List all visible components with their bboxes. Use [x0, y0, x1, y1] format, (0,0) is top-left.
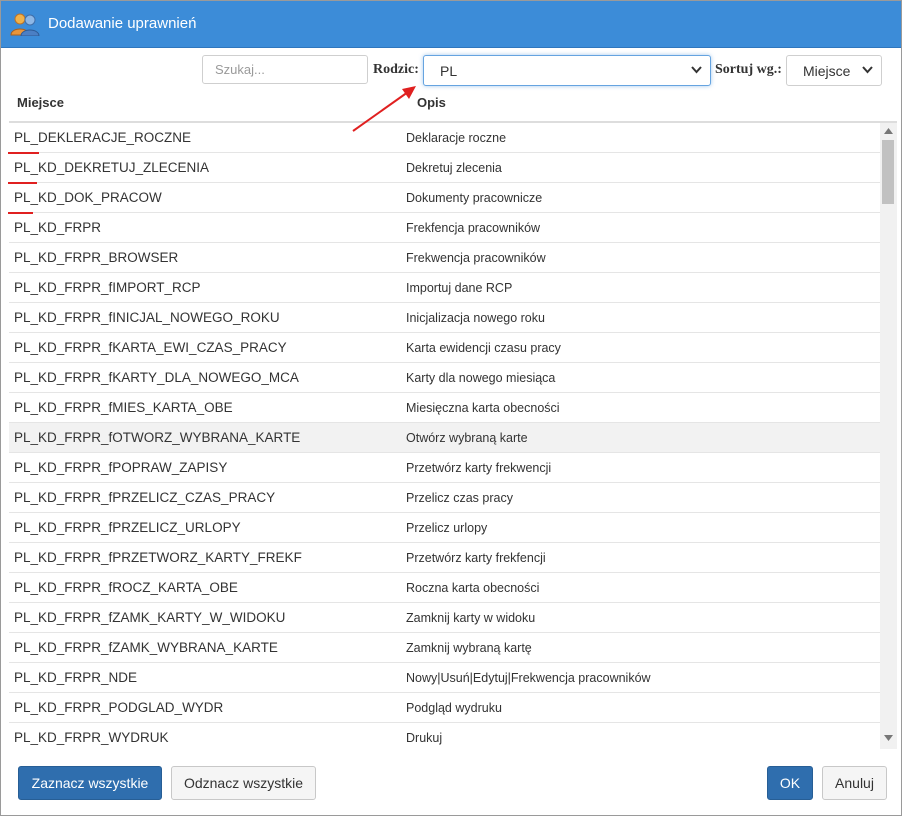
permissions-table: PL_DEKLERACJE_ROCZNE Deklaracje roczne PL_… [9, 123, 897, 749]
permissions-dialog: Dodawanie uprawnień Rodzic: PL Sortuj wg… [0, 0, 902, 816]
cell-description: Przelicz urlopy [406, 521, 488, 535]
cell-place: PL_KD_FRPR_PODGLAD_WYDR [14, 700, 224, 715]
sort-select-value: Miejsce [803, 63, 851, 79]
chevron-down-icon [862, 66, 873, 74]
table-row[interactable]: PL_KD_FRPR_fPOPRAW_ZAPISY Przetwórz karty… [9, 453, 880, 483]
cell-description: Frekfencja pracowników [406, 221, 541, 235]
cell-description: Otwórz wybraną karte [406, 431, 528, 445]
cell-description: Karta ewidencji czasu pracy [406, 341, 561, 355]
cell-description: Przetwórz karty frekwencji [406, 461, 552, 475]
cell-place: PL_KD_FRPR_fPRZELICZ_URLOPY [14, 520, 241, 535]
table-row[interactable]: PL_KD_FRPR_NDE Nowy|Usuń|Edytuj|Frekwencj… [9, 663, 880, 693]
table-row[interactable]: PL_KD_FRPR_PODGLAD_WYDR Podgląd wydruku [9, 693, 880, 723]
table-row[interactable]: PL_KD_FRPR_fOTWORZ_WYBRANA_KARTE Otwórz w… [9, 423, 880, 453]
cell-description: Miesięczna karta obecności [406, 401, 560, 415]
table-row[interactable]: PL_KD_FRPR_fZAMK_KARTY_W_WIDOKU Zamknij k… [9, 603, 880, 633]
cell-place: PL_KD_FRPR [14, 220, 102, 235]
table-row[interactable]: PL_KD_FRPR_fKARTY_DLA_NOWEGO_MCA Karty dl… [9, 363, 880, 393]
deselect-all-button[interactable]: Odznacz wszystkie [171, 766, 316, 800]
cell-place: PL_KD_FRPR_fPOPRAW_ZAPISY [14, 460, 228, 475]
ok-button[interactable]: OK [767, 766, 813, 800]
table-row[interactable]: PL_KD_FRPR_BROWSER Frekwencja pracowników [9, 243, 880, 273]
table-row[interactable]: PL_KD_FRPR_fMIES_KARTA_OBE Miesięczna kar… [9, 393, 880, 423]
scrollbar-thumb[interactable] [882, 140, 894, 204]
parent-select-value: PL [440, 63, 458, 79]
cell-description: Karty dla nowego miesiąca [406, 371, 556, 385]
cancel-button[interactable]: Anuluj [822, 766, 887, 800]
sort-label: Sortuj wg.: [715, 62, 782, 77]
table-row[interactable]: PL_KD_DEKRETUJ_ZLECENIA Dekretuj zlecenia [9, 153, 880, 183]
table-row[interactable]: PL_KD_DOK_PRACOW Dokumenty pracownicze [9, 183, 880, 213]
cell-place: PL_KD_FRPR_fZAMK_KARTY_W_WIDOKU [14, 610, 286, 625]
table-row[interactable]: PL_KD_FRPR_fPRZETWORZ_KARTY_FREKF Przetwó… [9, 543, 880, 573]
title-bar: Dodawanie uprawnień [1, 1, 901, 48]
cell-place: PL_KD_FRPR_fIMPORT_RCP [14, 280, 201, 295]
cell-description: Zamknij wybraną kartę [406, 641, 532, 655]
cell-place: PL_KD_FRPR_fPRZETWORZ_KARTY_FREKF [14, 550, 302, 565]
table-row[interactable]: PL_KD_FRPR_fPRZELICZ_CZAS_PRACY Przelicz … [9, 483, 880, 513]
cell-place: PL_KD_FRPR_fROCZ_KARTA_OBE [14, 580, 238, 595]
cell-place: PL_KD_FRPR_fMIES_KARTA_OBE [14, 400, 233, 415]
dialog-title: Dodawanie uprawnień [48, 15, 197, 32]
cell-description: Nowy|Usuń|Edytuj|Frekwencja pracowników [406, 671, 651, 685]
cell-description: Inicjalizacja nowego roku [406, 311, 545, 325]
cell-place: PL_KD_DOK_PRACOW [14, 190, 162, 205]
select-all-button[interactable]: Zaznacz wszystkie [18, 766, 162, 800]
cell-place: PL_KD_FRPR_fKARTA_EWI_CZAS_PRACY [14, 340, 287, 355]
cell-description: Podgląd wydruku [406, 701, 502, 715]
table-row[interactable]: PL_KD_FRPR_fINICJAL_NOWEGO_ROKU Inicjaliz… [9, 303, 880, 333]
table-row[interactable]: PL_DEKLERACJE_ROCZNE Deklaracje roczne [9, 123, 880, 153]
cell-place: PL_DEKLERACJE_ROCZNE [14, 130, 192, 145]
cell-place: PL_KD_FRPR_fINICJAL_NOWEGO_ROKU [14, 310, 280, 325]
vertical-scrollbar[interactable] [880, 123, 897, 749]
table-row[interactable]: PL_KD_FRPR_fKARTA_EWI_CZAS_PRACY Karta ew… [9, 333, 880, 363]
table-row[interactable]: PL_KD_FRPR_fZAMK_WYBRANA_KARTE Zamknij wy… [9, 633, 880, 663]
cell-description: Drukuj [406, 731, 443, 745]
search-input[interactable] [202, 55, 368, 84]
parent-select[interactable]: PL [423, 55, 711, 86]
cell-place: PL_KD_FRPR_NDE [14, 670, 138, 685]
chevron-down-icon [691, 66, 702, 74]
scroll-down-icon[interactable] [884, 735, 893, 741]
table-row[interactable]: PL_KD_FRPR_fIMPORT_RCP Importuj dane RCP [9, 273, 880, 303]
cell-place: PL_KD_FRPR_WYDRUK [14, 730, 169, 745]
cell-description: Przelicz czas pracy [406, 491, 513, 505]
sort-select[interactable]: Miejsce [786, 55, 882, 86]
users-icon [10, 13, 40, 36]
cell-place: PL_KD_FRPR_fPRZELICZ_CZAS_PRACY [14, 490, 276, 505]
column-header-place[interactable]: Miejsce [17, 95, 64, 110]
cell-description: Frekwencja pracowników [406, 251, 546, 265]
cell-description: Dekretuj zlecenia [406, 161, 502, 175]
cell-place: PL_KD_DEKRETUJ_ZLECENIA [14, 160, 210, 175]
cell-place: PL_KD_FRPR_fZAMK_WYBRANA_KARTE [14, 640, 278, 655]
table-row[interactable]: PL_KD_FRPR Frekfencja pracowników [9, 213, 880, 243]
table-row[interactable]: PL_KD_FRPR_WYDRUK Drukuj [9, 723, 880, 749]
cell-description: Zamknij karty w widoku [406, 611, 536, 625]
table-row[interactable]: PL_KD_FRPR_fPRZELICZ_URLOPY Przelicz urlo… [9, 513, 880, 543]
scroll-up-icon[interactable] [884, 128, 893, 134]
cell-description: Importuj dane RCP [406, 281, 513, 295]
cell-place: PL_KD_FRPR_BROWSER [14, 250, 179, 265]
cell-description: Przetwórz karty frekfencji [406, 551, 546, 565]
parent-label: Rodzic: [373, 62, 419, 77]
cell-description: Roczna karta obecności [406, 581, 540, 595]
cell-place: PL_KD_FRPR_fOTWORZ_WYBRANA_KARTE [14, 430, 301, 445]
table-row[interactable]: PL_KD_FRPR_fROCZ_KARTA_OBE Roczna karta o… [9, 573, 880, 603]
cell-place: PL_KD_FRPR_fKARTY_DLA_NOWEGO_MCA [14, 370, 299, 385]
cell-description: Dokumenty pracownicze [406, 191, 543, 205]
cell-description: Deklaracje roczne [406, 131, 507, 145]
column-header-description[interactable]: Opis [417, 95, 446, 110]
